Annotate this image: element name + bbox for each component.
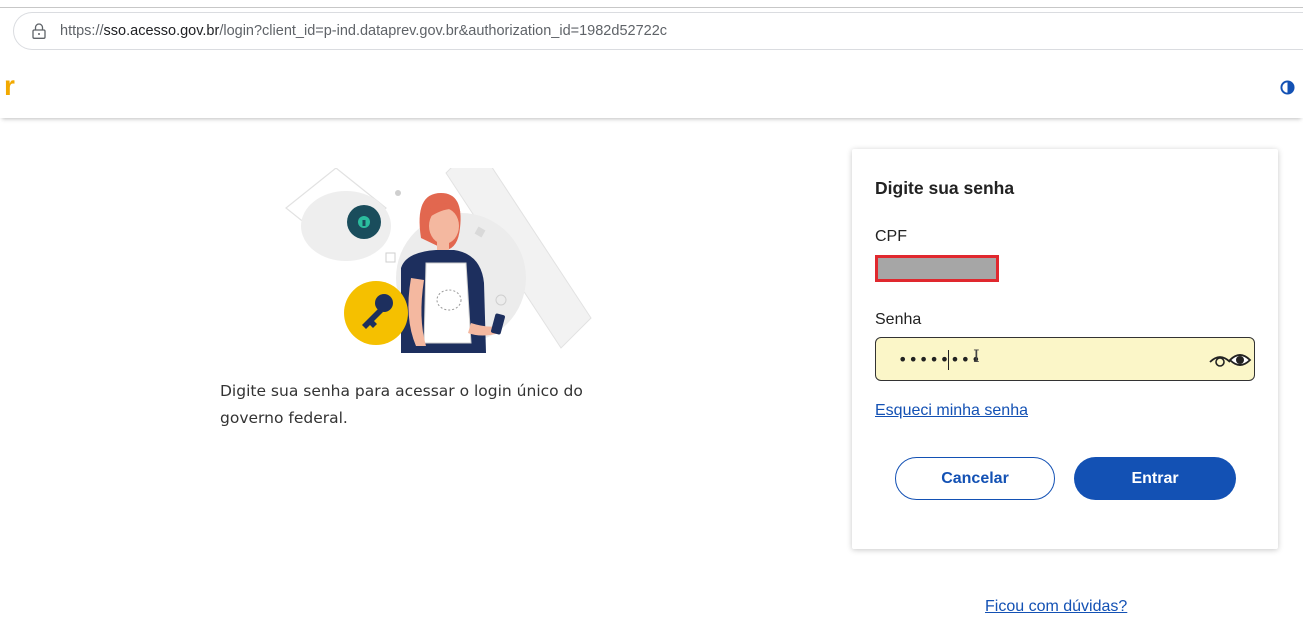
submit-button[interactable]: Entrar — [1074, 457, 1236, 500]
key-badge — [344, 281, 408, 345]
address-bar[interactable]: https://sso.acesso.gov.br/login?client_i… — [13, 12, 1303, 50]
text-caret — [948, 350, 949, 370]
url-prefix: https:// — [60, 23, 104, 39]
lock-badge — [347, 205, 381, 239]
gov-logo[interactable]: r — [4, 70, 15, 102]
cpf-label: CPF — [875, 228, 907, 245]
url-text[interactable]: https://sso.acesso.gov.br/login?client_i… — [60, 23, 667, 39]
ibeam-cursor-icon: I — [973, 347, 980, 367]
login-card: Digite sua senha CPF Senha I Esqueci min… — [852, 149, 1278, 549]
intro-text: Digite sua senha para acessar o login ún… — [220, 382, 583, 427]
forgot-password-link[interactable]: Esqueci minha senha — [875, 402, 1028, 420]
password-label: Senha — [875, 311, 922, 328]
form-title: Digite sua senha — [875, 178, 1015, 198]
cancel-button[interactable]: Cancelar — [895, 457, 1055, 500]
cpf-value-redacted — [875, 255, 999, 282]
browser-top-border — [0, 7, 1303, 8]
page-header — [0, 52, 1303, 118]
logo-fragment-text: r — [4, 70, 15, 101]
help-link[interactable]: Ficou com dúvidas? — [985, 598, 1127, 616]
login-illustration — [285, 168, 592, 353]
lock-icon[interactable] — [32, 23, 46, 39]
show-password-eye-icon[interactable] — [1208, 351, 1252, 369]
url-path: /login?client_id=p-ind.dataprev.gov.br&a… — [219, 23, 668, 39]
url-host: sso.acesso.gov.br — [103, 23, 220, 39]
contrast-icon[interactable] — [1280, 80, 1295, 95]
password-input[interactable] — [876, 338, 1196, 380]
password-field[interactable]: I — [875, 337, 1255, 381]
